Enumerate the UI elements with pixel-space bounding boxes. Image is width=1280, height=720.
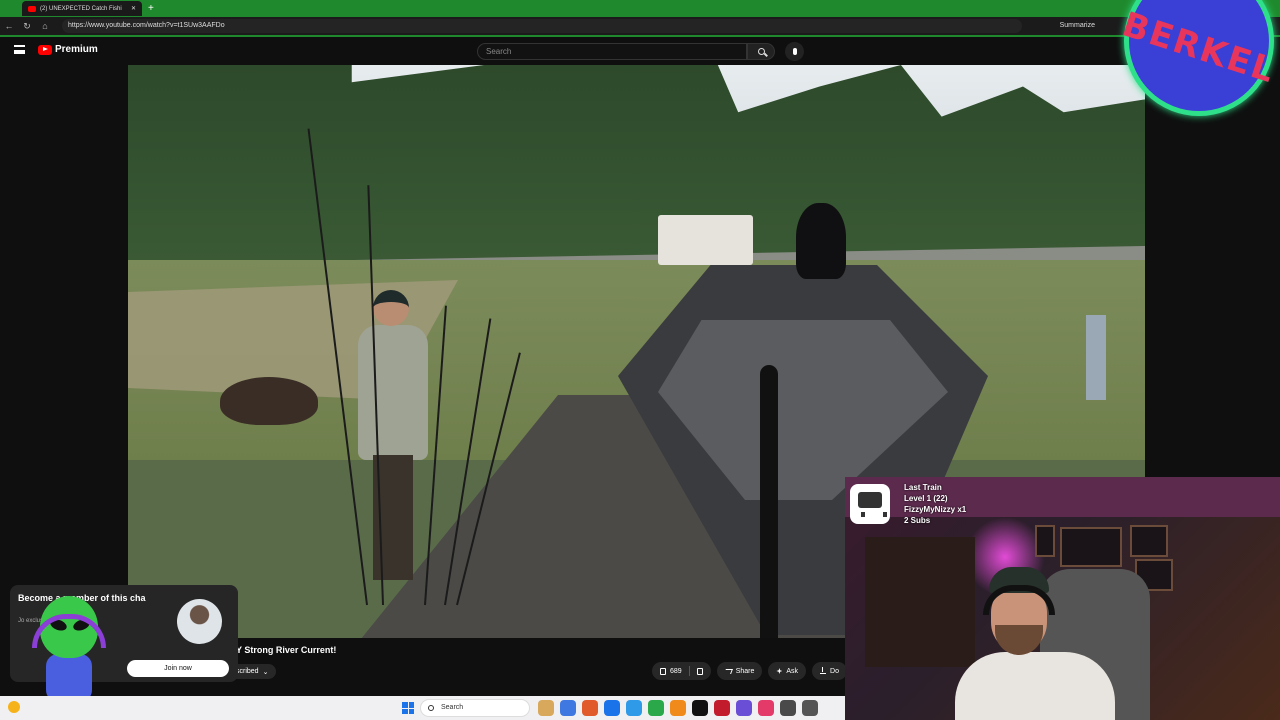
share-button[interactable]: Share	[716, 662, 763, 680]
taskbar-app-icon[interactable]	[780, 700, 796, 716]
alert-line-3: FizzyMyNizzy x1	[904, 505, 967, 514]
channel-logo-overlay: BERKEL	[1117, 0, 1280, 125]
browser-tab[interactable]: (2) UNEXPECTED Catch Fishi ✕	[22, 1, 142, 16]
taskbar-app-icon[interactable]	[626, 700, 642, 716]
taskbar-app-icon[interactable]	[736, 700, 752, 716]
taskbar-app-icon[interactable]	[692, 700, 708, 716]
taskbar-app-icon[interactable]	[714, 700, 730, 716]
like-count: 689	[670, 667, 682, 675]
windows-taskbar: Search	[0, 696, 845, 720]
ask-label: Ask	[786, 667, 799, 675]
taskbar-app-icon[interactable]	[604, 700, 620, 716]
video-utility-box	[1086, 315, 1106, 400]
sparkle-icon	[776, 668, 783, 674]
tab-title: (2) UNEXPECTED Catch Fishi	[40, 5, 122, 12]
video-post	[760, 365, 778, 638]
alert-line-2: Level 1 (22)	[904, 494, 948, 503]
taskbar-app-icon[interactable]	[538, 700, 554, 716]
taskbar-app-icon[interactable]	[802, 700, 818, 716]
back-icon[interactable]: ←	[0, 21, 18, 31]
home-icon[interactable]: ⌂	[36, 21, 54, 31]
subscribed-label: scribed	[236, 668, 259, 675]
search-icon	[428, 705, 434, 711]
microphone-icon	[792, 48, 797, 55]
search-input[interactable]: Search	[477, 43, 747, 60]
taskbar-app-icon[interactable]	[670, 700, 686, 716]
url-input[interactable]: https://www.youtube.com/watch?v=t1SUw3AA…	[62, 19, 1022, 33]
share-icon	[723, 668, 733, 674]
video-title: Y Strong River Current!	[236, 645, 337, 655]
browser-tab-bar: (2) UNEXPECTED Catch Fishi ✕ +	[0, 0, 1280, 17]
ask-button[interactable]: Ask	[768, 662, 807, 680]
alert-line-1: Last Train	[904, 483, 942, 492]
download-label: Do	[830, 667, 839, 675]
close-tab-icon[interactable]: ✕	[131, 5, 136, 12]
thumbs-down-icon[interactable]	[696, 667, 703, 675]
video-rv	[658, 215, 753, 265]
taskbar-apps	[538, 700, 818, 716]
chevron-down-icon: ⌄	[262, 668, 269, 676]
video-fire-pit	[220, 377, 318, 425]
taskbar-app-icon[interactable]	[582, 700, 598, 716]
summarize-button[interactable]: Summarize	[1060, 22, 1095, 29]
train-icon	[850, 484, 890, 524]
taskbar-search[interactable]: Search	[420, 699, 530, 717]
search-button[interactable]	[747, 43, 775, 60]
download-icon	[820, 667, 827, 674]
taskbar-app-icon[interactable]	[648, 700, 664, 716]
thumbs-up-icon	[660, 667, 666, 675]
youtube-header: Premium Search	[0, 37, 1280, 65]
channel-avatar	[177, 599, 222, 644]
youtube-play-icon	[38, 44, 52, 55]
address-bar: ← ↻ ⌂ https://www.youtube.com/watch?v=t1…	[0, 17, 1280, 37]
voice-search-button[interactable]	[785, 42, 804, 61]
stream-alert: Last Train Level 1 (22) FizzyMyNizzy x1 …	[850, 480, 1010, 530]
download-button[interactable]: Do	[812, 662, 847, 680]
search-icon	[757, 48, 765, 55]
taskbar-app-icon[interactable]	[758, 700, 774, 716]
like-button[interactable]: 689	[652, 662, 711, 680]
youtube-logo[interactable]: Premium	[38, 44, 98, 55]
screen: (2) UNEXPECTED Catch Fishi ✕ + ← ↻ ⌂ htt…	[0, 0, 1280, 720]
windows-start-icon[interactable]	[402, 702, 414, 714]
reload-icon[interactable]: ↻	[18, 21, 36, 32]
share-label: Share	[735, 667, 755, 675]
alert-line-4: 2 Subs	[904, 516, 931, 525]
video-actions: 689 Share Ask Do	[652, 662, 847, 680]
new-tab-icon[interactable]: +	[148, 3, 154, 14]
taskbar-app-icon[interactable]	[560, 700, 576, 716]
video-outboard-motor	[796, 203, 846, 279]
join-now-button[interactable]: Join now	[127, 660, 229, 677]
logo-label: Premium	[55, 44, 98, 55]
youtube-favicon-icon	[28, 5, 36, 12]
streamer	[955, 567, 1115, 720]
weather-icon[interactable]	[8, 701, 20, 713]
video-fishing-rods	[307, 125, 521, 606]
hamburger-menu-icon[interactable]	[14, 45, 25, 54]
